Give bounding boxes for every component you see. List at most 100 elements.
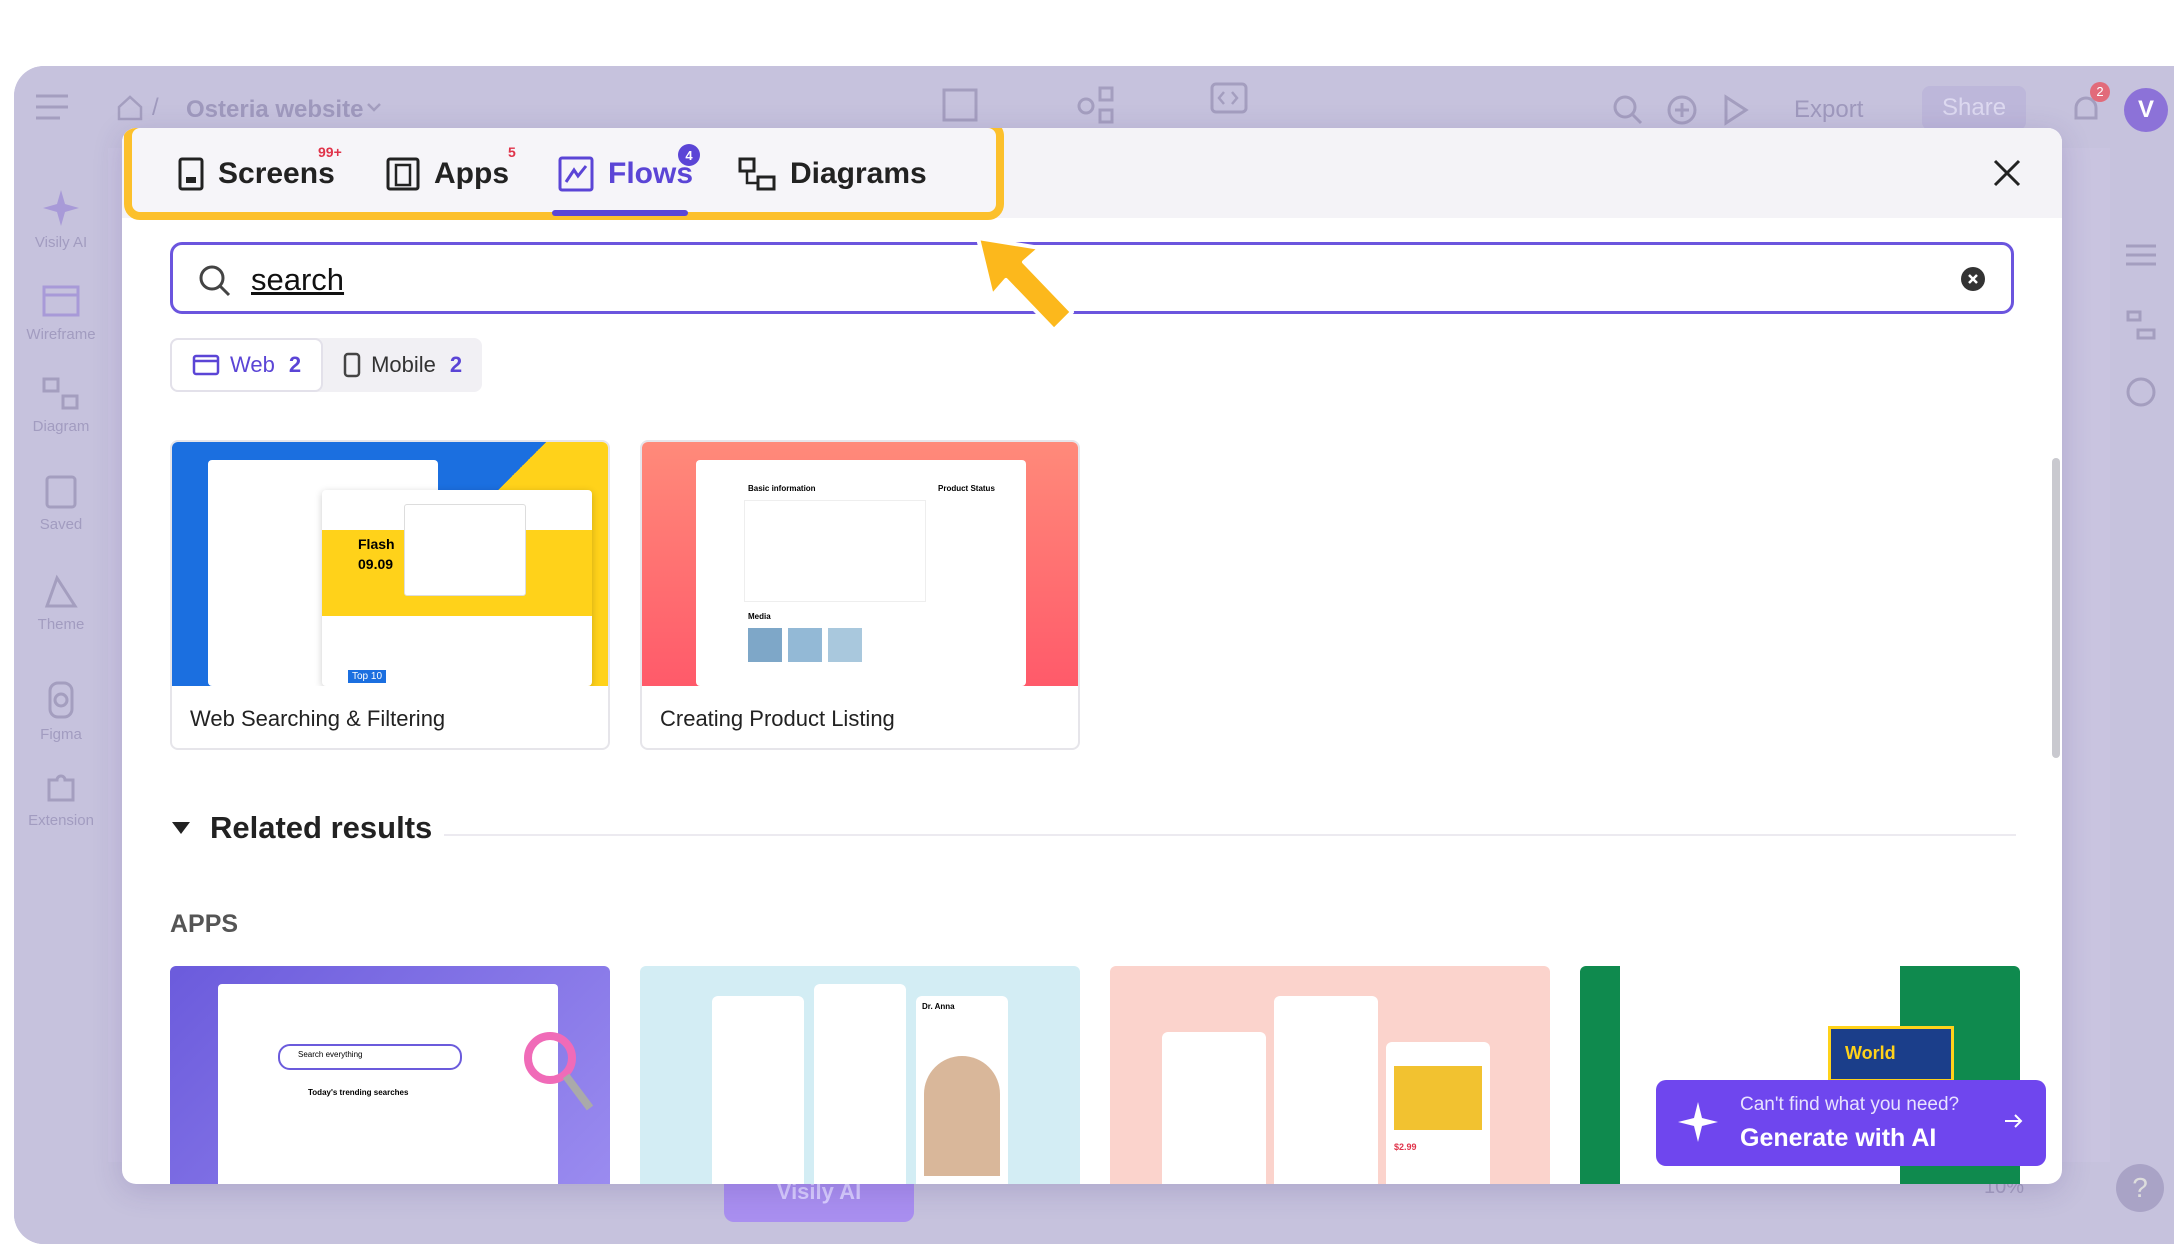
- sidebar-label: Saved: [39, 516, 83, 533]
- flows-icon: [558, 156, 594, 192]
- left-sidebar: Visily AI Wireframe Diagram Saved Theme …: [14, 148, 108, 1244]
- sidebar-label: Wireframe: [26, 326, 96, 343]
- divider: [444, 834, 2016, 836]
- notification-badge: 2: [2090, 82, 2110, 102]
- home-icon[interactable]: [116, 94, 144, 122]
- magnifier-icon: [524, 1032, 594, 1111]
- generate-ai-subtitle: Can't find what you need?: [1740, 1094, 1960, 1115]
- thumb-text: $2.99: [1394, 1142, 1417, 1152]
- search-icon[interactable]: [1612, 94, 1644, 126]
- tab-apps[interactable]: Apps 5: [386, 144, 516, 198]
- sparkle-icon: [1678, 1102, 1718, 1142]
- sidebar-item-saved[interactable]: Saved: [14, 474, 108, 533]
- sidebar-item-diagram[interactable]: Diagram: [14, 376, 108, 435]
- theme-icon: [44, 574, 78, 608]
- figma-icon: [48, 681, 74, 719]
- share-button[interactable]: Share: [1922, 86, 2027, 130]
- wireframe-icon: [42, 285, 80, 317]
- filter-label: Web: [230, 352, 275, 377]
- filter-web[interactable]: Web 2: [170, 338, 324, 392]
- browser-icon: [192, 354, 220, 376]
- close-icon[interactable]: [1990, 156, 2024, 190]
- app-card-search-engine[interactable]: Search everything Today's trending searc…: [170, 966, 610, 1184]
- app-card-shopping[interactable]: $2.99: [1110, 966, 1550, 1184]
- sidebar-item-extension[interactable]: Extension: [14, 770, 108, 829]
- tab-badge: 5: [508, 144, 516, 160]
- tab-flows[interactable]: Flows 4: [558, 144, 700, 198]
- related-results-toggle[interactable]: Related results: [170, 810, 432, 846]
- sidebar-label: Theme: [37, 616, 85, 633]
- tab-screens[interactable]: Screens 99+: [178, 144, 342, 198]
- breadcrumb-separator: /: [152, 94, 159, 121]
- sidebar-item-theme[interactable]: Theme: [14, 574, 108, 633]
- thumb-text: Product Status: [938, 484, 995, 493]
- flow-card-web-searching[interactable]: Flash 09.09 Top 10 Web Searching & Filte…: [170, 440, 610, 750]
- chevron-down-icon[interactable]: [366, 102, 382, 114]
- tab-badge: 4: [678, 144, 700, 166]
- sidebar-item-visily-ai[interactable]: Visily AI: [14, 188, 108, 251]
- menu-icon[interactable]: [34, 92, 70, 122]
- flow-card-creating-product[interactable]: Basic information Product Status Media C…: [640, 440, 1080, 750]
- thumb-text: Today's trending searches: [308, 1088, 409, 1097]
- tab-label: Apps: [434, 157, 509, 190]
- sparkle-icon: [43, 190, 79, 226]
- saved-icon: [45, 475, 77, 509]
- thumb-text: Dr. Anna: [922, 1002, 955, 1011]
- card-title: Web Searching & Filtering: [190, 706, 446, 731]
- code-icon[interactable]: [1210, 82, 1250, 116]
- add-icon[interactable]: [1666, 94, 1698, 126]
- tab-diagrams[interactable]: Diagrams: [738, 150, 927, 198]
- related-results-title: Related results: [210, 810, 433, 845]
- breadcrumb-project[interactable]: Osteria website: [186, 96, 363, 124]
- thumb-text: World: [1845, 1043, 1896, 1063]
- avatar[interactable]: V: [2124, 88, 2168, 132]
- apps-icon: [386, 157, 420, 191]
- filter-label: Mobile: [371, 352, 436, 377]
- sidebar-item-figma[interactable]: Figma: [14, 680, 108, 743]
- thumb-text: Top 10: [348, 670, 387, 683]
- platform-filter: Web 2 Mobile 2: [170, 338, 483, 392]
- sidebar-label: Extension: [28, 812, 94, 829]
- diagrams-icon: [738, 157, 776, 191]
- arrow-right-icon: [2005, 1114, 2023, 1128]
- thumb-text: Search everything: [298, 1050, 363, 1059]
- thumb-text: 09.09: [358, 556, 394, 572]
- select-frame-icon[interactable]: [940, 86, 980, 126]
- tab-label: Screens: [218, 157, 335, 190]
- sidebar-item-wireframe[interactable]: Wireframe: [14, 284, 108, 343]
- filter-mobile[interactable]: Mobile 2: [323, 338, 482, 392]
- generate-ai-label: Generate with AI: [1740, 1124, 1937, 1152]
- layers-icon[interactable]: [2124, 308, 2158, 342]
- settings-sliders-icon[interactable]: [2124, 240, 2158, 270]
- thumb-text: Media: [748, 612, 771, 621]
- generate-with-ai-button[interactable]: Can't find what you need? Generate with …: [1656, 1080, 2046, 1166]
- prototype-icon[interactable]: [1076, 84, 1116, 124]
- clear-search-icon[interactable]: [1961, 267, 1985, 291]
- right-sidebar: [2110, 148, 2174, 1244]
- library-modal: Screens 99+ Apps 5 Flows 4 Diagrams We: [122, 128, 2062, 1184]
- play-icon[interactable]: [1722, 94, 1750, 126]
- apps-section-label: APPS: [170, 910, 239, 938]
- filter-count: 2: [288, 352, 302, 377]
- caret-down-icon: [172, 822, 190, 834]
- card-thumbnail: Basic information Product Status Media: [642, 442, 1078, 686]
- help-icon[interactable]: ?: [2116, 1164, 2164, 1212]
- pointer-arrow-icon: [976, 236, 1074, 332]
- scrollbar[interactable]: [2052, 458, 2060, 758]
- thumb-text: Basic information: [748, 484, 816, 493]
- screen-icon: [178, 157, 204, 191]
- search-icon: [199, 265, 231, 297]
- sidebar-label: Figma: [40, 726, 82, 743]
- comment-icon[interactable]: [2124, 376, 2158, 410]
- export-button[interactable]: Export: [1794, 96, 1863, 124]
- app-card-doctor[interactable]: Dr. Anna: [640, 966, 1080, 1184]
- mobile-icon: [343, 352, 361, 378]
- extension-icon: [47, 774, 75, 802]
- sidebar-label: Visily AI: [34, 234, 88, 251]
- thumb-text: Flash: [358, 536, 395, 552]
- search-field[interactable]: [170, 242, 2014, 314]
- tab-label: Diagrams: [790, 157, 927, 190]
- filter-count: 2: [449, 352, 463, 377]
- card-title: Creating Product Listing: [660, 706, 895, 731]
- sidebar-label: Diagram: [32, 418, 90, 435]
